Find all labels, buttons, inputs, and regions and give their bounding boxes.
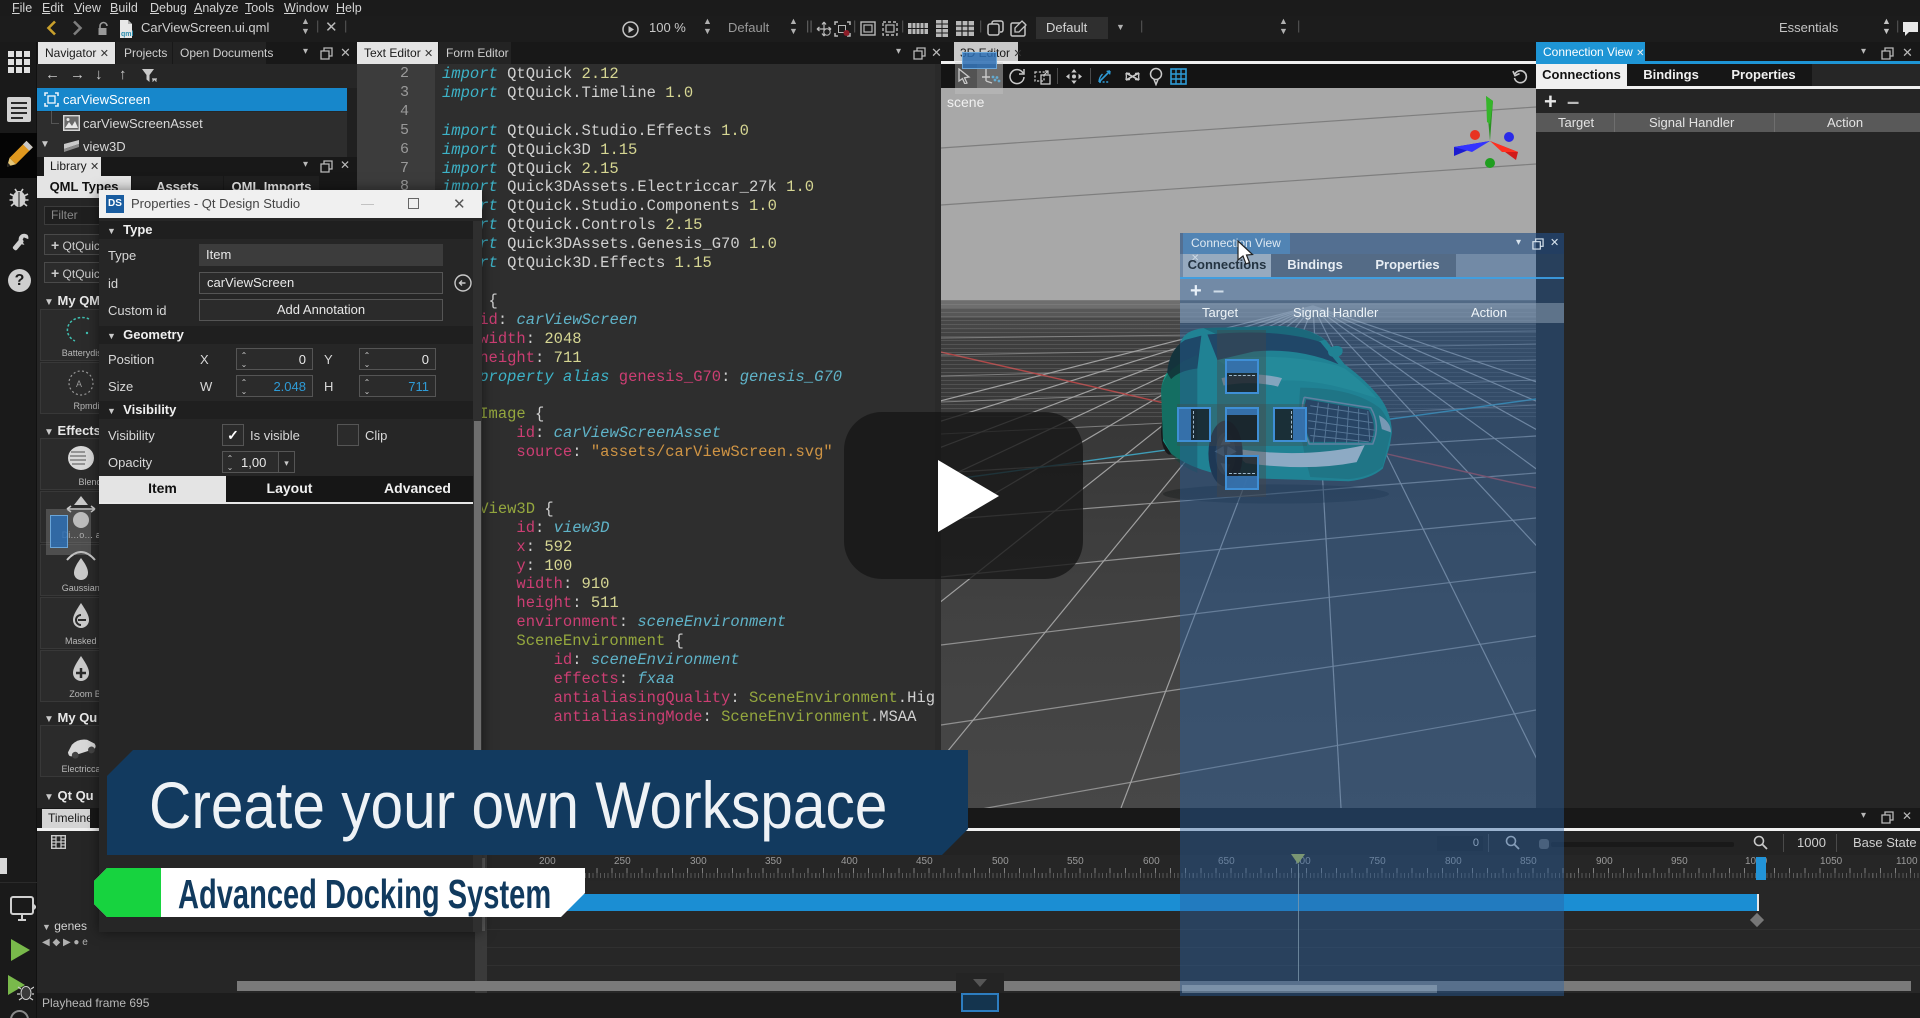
svg-text:A: A: [76, 379, 82, 389]
svg-text:qml: qml: [121, 31, 134, 38]
